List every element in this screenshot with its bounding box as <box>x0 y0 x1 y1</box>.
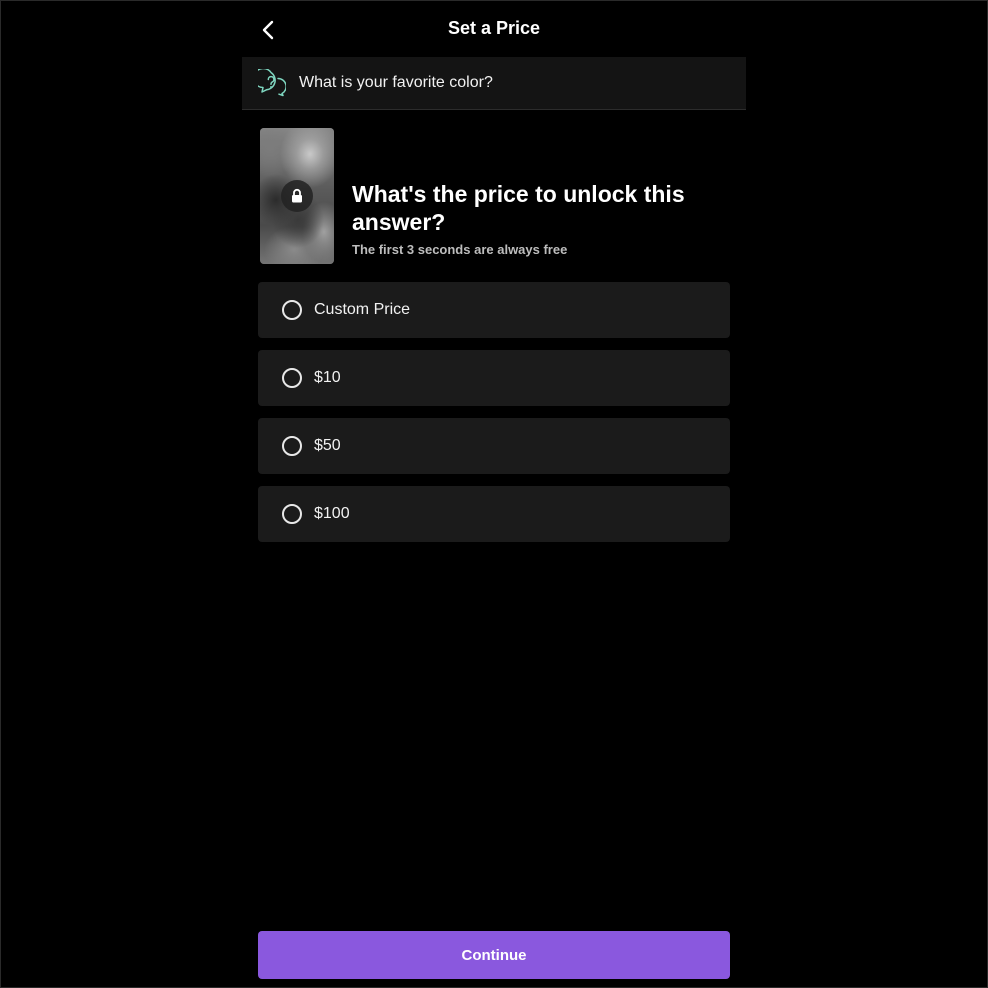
answer-preview-thumbnail <box>260 128 334 264</box>
option-label: $100 <box>314 505 350 522</box>
lock-icon <box>292 188 302 203</box>
continue-button[interactable]: Continue <box>258 931 730 979</box>
question-bar: What is your favorite color? <box>242 57 746 110</box>
price-option-custom[interactable]: Custom Price <box>258 282 730 338</box>
question-text: What is your favorite color? <box>299 74 493 91</box>
header: Set a Price <box>242 8 746 52</box>
question-bubble-icon <box>253 67 287 97</box>
pricing-subtitle: The first 3 seconds are always free <box>352 242 568 257</box>
radio-button[interactable] <box>282 300 302 320</box>
option-label: Custom Price <box>314 301 411 318</box>
lock-badge <box>281 180 313 212</box>
radio-button[interactable] <box>282 436 302 456</box>
page-title: Set a Price <box>447 18 541 38</box>
option-label: $10 <box>314 369 341 386</box>
price-option-100[interactable]: $100 <box>258 486 730 542</box>
price-options: Custom Price $10 $50 $100 <box>258 282 730 554</box>
radio-button[interactable] <box>282 504 302 524</box>
pricing-title: What's the price to unlock this answer? <box>352 181 685 235</box>
price-option-50[interactable]: $50 <box>258 418 730 474</box>
price-option-10[interactable]: $10 <box>258 350 730 406</box>
option-label: $50 <box>314 437 341 454</box>
radio-button[interactable] <box>282 368 302 388</box>
